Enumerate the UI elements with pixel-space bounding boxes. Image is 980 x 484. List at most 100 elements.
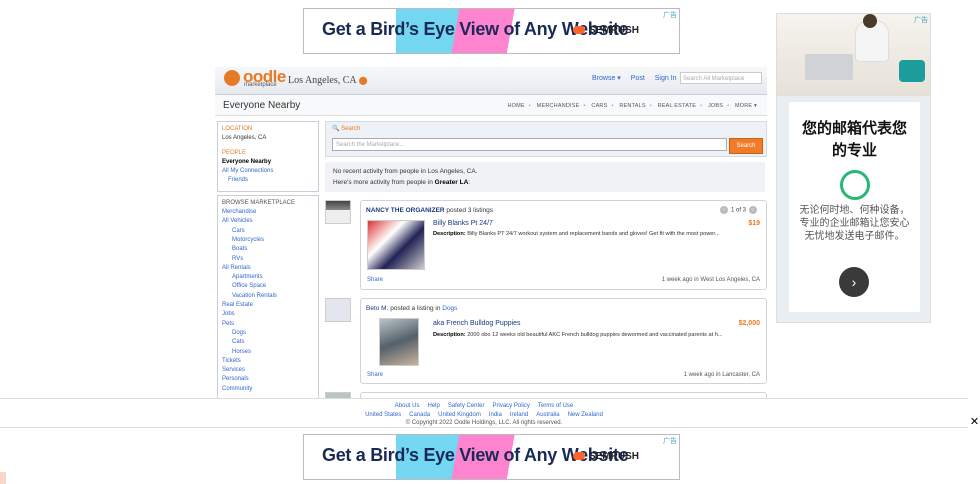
location-heading: LOCATION [222,126,253,132]
nav-rentals[interactable]: RENTALS [619,103,645,109]
ad-choices-icon[interactable]: 广告 [914,15,928,25]
share-link[interactable]: Share [367,277,383,283]
post-link[interactable]: Post [631,75,645,82]
sidebar: LOCATION Los Angeles, CA PEOPLE Everyone… [217,121,319,398]
people-everyone-nearby[interactable]: Everyone Nearby [222,158,314,167]
poster-name[interactable]: Beto M. [366,305,388,312]
logo-icon [224,70,240,86]
location-people-box: LOCATION Los Angeles, CA PEOPLE Everyone… [217,121,319,192]
country-link-india[interactable]: India [489,412,502,418]
sub-header: Everyone Nearby HOME • MERCHANDISE • CARS •… [215,95,767,116]
country-link-new-zealand[interactable]: New Zealand [568,412,603,418]
nav-merchandise[interactable]: MERCHANDISE [537,103,580,109]
ad-choices-icon[interactable]: 广告 [663,436,677,446]
listing-title[interactable]: Billy Blanks Pt 24/7 [433,220,493,227]
browse-item-boats[interactable]: Boats [222,245,314,254]
browse-item-cars[interactable]: Cars [222,227,314,236]
nav-real-estate[interactable]: REAL ESTATE [658,103,696,109]
nav-more[interactable]: MORE ▾ [735,103,757,109]
search-panel: 🔍 Search Search the Marketplace... Searc… [325,121,767,157]
marketplace-page: oodle marketplace Los Angeles, CA ⬤ Brows… [215,67,767,398]
listing-description: Description: 2000 obo 12 weeks old beaut… [433,332,723,338]
browse-item-merchandise[interactable]: Merchandise [222,208,314,217]
location-value: Los Angeles, CA [222,135,267,142]
browse-item-tickets[interactable]: Tickets [222,357,314,366]
top-nav: Browse ▾ Post Sign In [592,74,685,82]
nav-jobs[interactable]: JOBS [708,103,723,109]
ad-body: 无论何时地、何种设备，专业的企业邮箱让您安心无忧地发送电子邮件。 [799,205,910,242]
nav-home[interactable]: HOME [507,103,524,109]
copyright: © Copyright 2022 Oodle Holdings, LLC. Al… [405,420,563,426]
marketplace-search-input[interactable]: Search the Marketplace... [332,138,727,151]
search-button[interactable]: Search [729,138,763,154]
avatar[interactable] [325,298,351,322]
browse-item-community[interactable]: Community [222,385,314,394]
map-pin-icon: ⬤ [358,76,368,85]
header-search-input[interactable]: Search All Marketplace [680,72,762,84]
browse-heading: BROWSE MARKETPLACE [222,199,296,206]
people-friends[interactable]: Friends [222,176,314,185]
browse-item-vacation-rentals[interactable]: Vacation Rentals [222,292,314,301]
browse-item-all-vehicles[interactable]: All Vehicles [222,217,314,226]
browse-item-real-estate[interactable]: Real Estate [222,301,314,310]
browse-item-dogs[interactable]: Dogs [222,329,314,338]
footer-link-help[interactable]: Help [427,403,439,409]
listing-price: $2,000 [738,320,760,327]
listing-title[interactable]: aka French Bulldog Puppies [433,320,521,327]
people-all-connections[interactable]: All My Connections [222,167,314,176]
browse-item-personals[interactable]: Personals [222,375,314,384]
ad-choices-icon[interactable]: 广告 [663,10,677,20]
browse-menu[interactable]: Browse ▾ [592,75,621,82]
browse-item-jobs[interactable]: Jobs [222,310,314,319]
browse-item-motorcycles[interactable]: Motorcycles [222,236,314,245]
ad-brand-logo: SEMRUSH [573,451,639,462]
listing-thumbnail[interactable] [379,318,419,366]
sign-in-link[interactable]: Sign In [655,75,677,82]
country-link-united-kingdom[interactable]: United Kingdom [438,412,481,418]
footer-country-links: United States Canada United Kingdom India Ir… [0,411,968,420]
next-icon[interactable]: › [749,206,757,214]
browse-item-apartments[interactable]: Apartments [222,273,314,282]
activity-notice: No recent activity from people in Los An… [325,162,765,192]
footer-link-terms-of-use[interactable]: Terms of Use [538,403,573,409]
bottom-banner-ad[interactable]: Get a Bird’s Eye View of Any Website SEM… [303,434,680,480]
browse-item-all-rentals[interactable]: All Rentals [222,264,314,273]
listing-pager: ‹ 1 of 3 › [717,206,760,214]
people-heading: PEOPLE [222,149,247,156]
avatar[interactable] [325,200,351,224]
footer-link-about-us[interactable]: About Us [395,403,420,409]
country-link-ireland[interactable]: Ireland [510,412,528,418]
ad-title: 您的邮箱代表您的专业 [801,120,907,159]
greater-la-link[interactable]: Greater LA [435,179,469,186]
browse-item-office-space[interactable]: Office Space [222,282,314,291]
top-banner-ad[interactable]: Get a Bird’s Eye View of Any Website SEM… [303,8,680,54]
browse-item-services[interactable]: Services [222,366,314,375]
category-link[interactable]: Dogs [442,305,457,312]
prev-icon[interactable]: ‹ [719,206,728,214]
right-side-ad[interactable]: 您的邮箱代表您的专业 无论何时地、何种设备，专业的企业邮箱让您安心无忧地发送电子… [776,13,931,323]
listing-card: NANCY THE ORGANIZER posted 3 listings ‹ 1… [360,200,767,290]
country-link-australia[interactable]: Australia [536,412,559,418]
footer: About Us Help Safety Center Privacy Policy T… [0,398,968,428]
footer-links: About Us Help Safety Center Privacy Policy T… [0,402,968,411]
close-icon[interactable]: ✕ [969,415,980,429]
next-arrow-icon[interactable]: › [839,267,869,297]
nav-cars[interactable]: CARS [591,103,607,109]
browse-item-cats[interactable]: Cats [222,338,314,347]
footer-link-safety-center[interactable]: Safety Center [448,403,485,409]
browse-item-horses[interactable]: Horses [222,348,314,357]
search-label: 🔍 Search [332,126,361,132]
site-header: oodle marketplace Los Angeles, CA ⬤ Brows… [215,67,767,95]
location-selector[interactable]: Los Angeles, CA ⬤ [288,75,368,86]
country-link-united-states[interactable]: United States [365,412,401,418]
ad-card: 您的邮箱代表您的专业 无论何时地、何种设备，专业的企业邮箱让您安心无忧地发送电子… [789,102,920,312]
browse-item-pets[interactable]: Pets [222,320,314,329]
footer-link-privacy-policy[interactable]: Privacy Policy [493,403,530,409]
poster-name[interactable]: NANCY THE ORGANIZER [366,207,445,214]
browse-item-rvs[interactable]: RVs [222,255,314,264]
listing-time: 1 week ago in West Los Angeles, CA [661,277,760,283]
ad-brand-logo: SEMRUSH [573,25,639,36]
country-link-canada[interactable]: Canada [409,412,430,418]
share-link[interactable]: Share [367,372,383,378]
listing-thumbnail[interactable] [367,220,425,270]
